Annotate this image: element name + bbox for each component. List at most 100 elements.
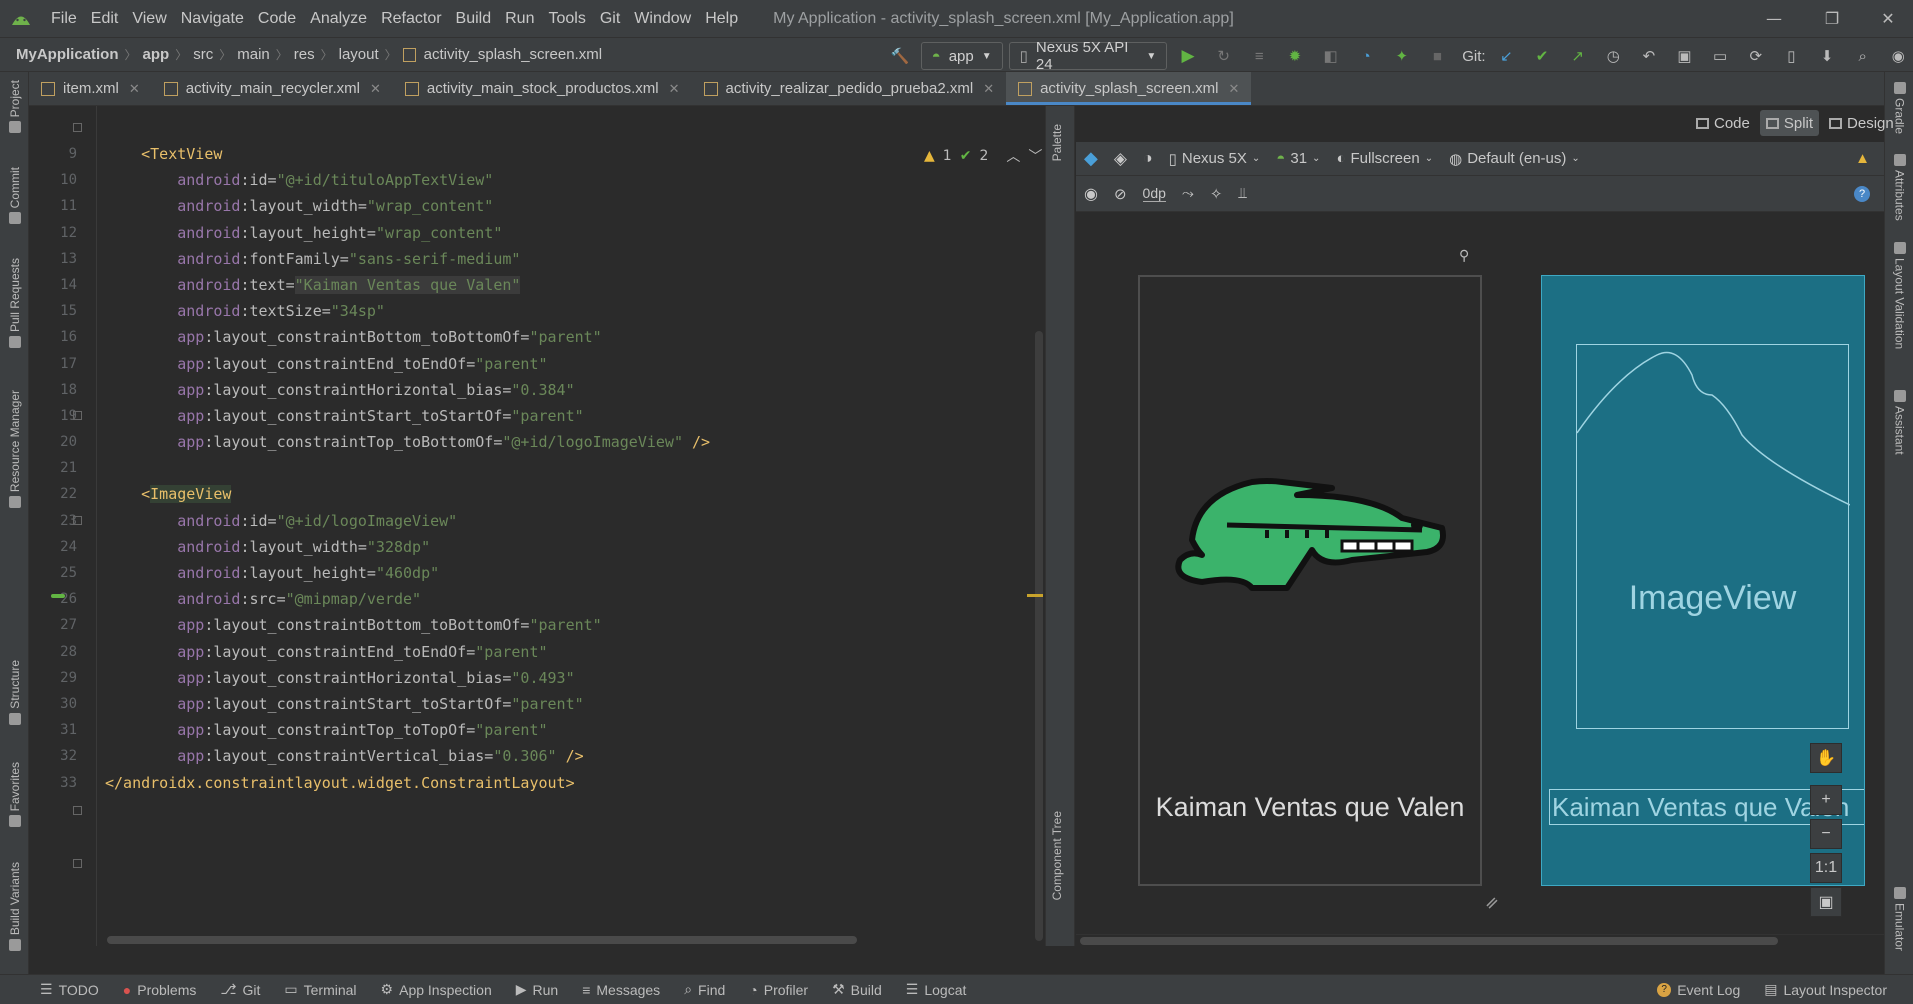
menu-analyze[interactable]: Analyze <box>303 10 374 28</box>
breadcrumb-main[interactable]: main <box>233 46 274 63</box>
code-lines[interactable]: <TextView android:id="@+id/tituloAppText… <box>105 141 710 796</box>
fold-marker[interactable] <box>73 123 82 132</box>
tool-tab-layout-validation[interactable]: Layout Validation <box>1887 242 1912 349</box>
run-config-selector[interactable]: ◓ app ▼ <box>920 42 1003 70</box>
tool-tab-project[interactable]: Project <box>2 80 27 134</box>
next-highlight-icon[interactable]: ﹀ <box>1028 146 1042 166</box>
menu-edit[interactable]: Edit <box>84 10 126 28</box>
tool-tab-assistant[interactable]: Assistant <box>1887 390 1912 455</box>
code-line[interactable]: app:layout_constraintEnd_toEndOf="parent… <box>105 351 710 377</box>
bottom-tab-profiler[interactable]: ◔ Profiler <box>737 981 820 998</box>
code-line[interactable]: android:layout_height="460dp" <box>105 560 710 586</box>
git-push-icon[interactable]: ↗ <box>1563 41 1593 71</box>
code-line[interactable]: app:layout_constraintBottom_toBottomOf="… <box>105 324 710 350</box>
preview-title-text[interactable]: Kaiman Ventas que Valen <box>1140 792 1480 823</box>
event-log-tab[interactable]: ? Event Log <box>1645 981 1752 998</box>
previous-highlight-icon[interactable]: ︿ <box>1006 146 1020 166</box>
tool-tab-build-variants[interactable]: Build Variants <box>2 862 27 952</box>
avd-manager-icon[interactable]: ▭ <box>1705 41 1735 71</box>
menu-help[interactable]: Help <box>698 10 745 28</box>
bottom-tab-terminal[interactable]: ▭ Terminal <box>272 981 368 998</box>
tool-tab-commit[interactable]: Commit <box>2 167 27 225</box>
device-selector[interactable]: ▯ Nexus 5X API 24 ▼ <box>1008 39 1168 73</box>
code-line[interactable]: android:id="@+id/tituloAppTextView" <box>105 167 710 193</box>
code-line[interactable]: android:layout_height="wrap_content" <box>105 220 710 246</box>
editor-tab[interactable]: activity_realizar_pedido_prueba2.xml ✕ <box>692 72 1007 105</box>
fold-marker[interactable] <box>73 859 82 868</box>
git-update-icon[interactable]: ↙ <box>1492 41 1522 71</box>
infer-constraints-button[interactable]: ✧ <box>1202 185 1231 203</box>
code-line[interactable]: android:fontFamily="sans-serif-medium" <box>105 246 710 272</box>
editor-tab[interactable]: item.xml ✕ <box>29 72 152 105</box>
zoom-out-button[interactable]: − <box>1810 819 1842 849</box>
bottom-tab-git[interactable]: ⎇ Git <box>208 981 272 998</box>
git-rollback-icon[interactable]: ↶ <box>1634 41 1664 71</box>
design-preview-screen[interactable]: Kaiman Ventas que Valen <box>1138 275 1482 886</box>
restore-button[interactable]: ❐ <box>1807 0 1857 37</box>
breadcrumb-src[interactable]: src <box>189 46 217 63</box>
menu-tools[interactable]: Tools <box>541 10 592 28</box>
bottom-tab-find[interactable]: ⌕ Find <box>672 981 737 998</box>
attach-debugger-icon[interactable]: ✦ <box>1387 41 1417 71</box>
sync-gradle-icon[interactable]: ⟳ <box>1741 41 1771 71</box>
close-tab-icon[interactable]: ✕ <box>129 81 140 97</box>
scrollbar-thumb[interactable] <box>1080 937 1778 945</box>
breadcrumb-module[interactable]: app <box>139 46 174 63</box>
fold-marker[interactable] <box>73 516 82 525</box>
device-manager-icon[interactable]: ▯ <box>1777 41 1807 71</box>
code-line[interactable]: app:layout_constraintTop_toBottomOf="@+i… <box>105 429 710 455</box>
bottom-tab-build[interactable]: ⚒ Build <box>820 981 894 998</box>
theme-dropdown[interactable]: ◐ Fullscreen ⌄ <box>1328 150 1441 167</box>
close-window-button[interactable]: ✕ <box>1863 0 1913 37</box>
code-line[interactable]: <TextView <box>105 141 710 167</box>
menu-navigate[interactable]: Navigate <box>174 10 251 28</box>
editor-tab[interactable]: activity_splash_screen.xml ✕ <box>1006 72 1252 105</box>
code-line[interactable]: <ImageView <box>105 481 710 507</box>
code-line[interactable]: android:id="@+id/logoImageView" <box>105 508 710 534</box>
split-mode-button[interactable]: Split <box>1759 110 1820 136</box>
layout-inspector-tab[interactable]: ▤ Layout Inspector <box>1752 981 1899 998</box>
menu-file[interactable]: File <box>44 10 84 28</box>
help-icon[interactable]: ? <box>1854 185 1870 202</box>
night-mode-button[interactable]: ◑ <box>1135 150 1161 168</box>
api-level-dropdown[interactable]: ◓ 31 ⌄ <box>1268 150 1328 167</box>
profile-icon[interactable]: ◔ <box>1351 41 1381 71</box>
device-dropdown[interactable]: ▯ Nexus 5X ⌄ <box>1161 150 1269 168</box>
locale-dropdown[interactable]: ◍ Default (en-us) ⌄ <box>1441 150 1588 168</box>
tool-tab-favorites[interactable]: Favorites <box>2 762 27 828</box>
git-history-icon[interactable]: ◷ <box>1598 41 1628 71</box>
breadcrumb-res[interactable]: res <box>290 46 319 63</box>
menu-code[interactable]: Code <box>251 10 303 28</box>
code-line[interactable]: android:src="@mipmap/verde" <box>105 586 710 612</box>
menu-refactor[interactable]: Refactor <box>374 10 448 28</box>
pin-icon[interactable]: ⚲ <box>1459 248 1469 264</box>
code-line[interactable]: app:layout_constraintStart_toStartOf="pa… <box>105 403 710 429</box>
close-tab-icon[interactable]: ✕ <box>983 81 994 97</box>
code-line[interactable]: app:layout_constraintEnd_toEndOf="parent… <box>105 639 710 665</box>
close-tab-icon[interactable]: ✕ <box>370 81 381 97</box>
bottom-tab-logcat[interactable]: ☰ Logcat <box>894 981 979 998</box>
search-icon[interactable]: ⌕ <box>1848 41 1878 71</box>
project-structure-icon[interactable]: ▣ <box>1670 41 1700 71</box>
autoconnect-button[interactable]: ⊘ <box>1106 185 1135 203</box>
zoom-actual-size-button[interactable]: 1:1 <box>1810 853 1842 883</box>
code-line[interactable]: android:layout_width="328dp" <box>105 534 710 560</box>
tool-tab-structure[interactable]: Structure <box>2 660 27 725</box>
tool-tab-resource-manager[interactable]: Resource Manager <box>2 390 27 509</box>
run-icon[interactable]: ▶ <box>1173 41 1203 71</box>
account-icon[interactable]: ◉ <box>1883 41 1913 71</box>
bottom-tab-todo[interactable]: ☰ TODO <box>28 981 111 998</box>
menu-view[interactable]: View <box>125 10 173 28</box>
apply-changes-icon[interactable]: ↻ <box>1209 41 1239 71</box>
editor-vertical-scrollbar[interactable] <box>1035 331 1043 941</box>
component-tree-tab[interactable]: Component Tree <box>1050 811 1064 900</box>
code-line[interactable]: android:layout_width="wrap_content" <box>105 193 710 219</box>
code-line[interactable]: app:layout_constraintHorizontal_bias="0.… <box>105 377 710 403</box>
fold-marker[interactable] <box>73 806 82 815</box>
orientation-button[interactable]: ◈ <box>1106 149 1135 169</box>
default-margin-button[interactable]: 0dp <box>1135 185 1174 202</box>
bottom-tab-messages[interactable]: ≡ Messages <box>570 981 672 998</box>
bottom-tab-run[interactable]: ▶ Run <box>504 981 570 998</box>
code-editor[interactable]: 9 10 11 12 13 14 15 16 17 18 19 20 21 22 23 24 25 26 27 28 2… <box>29 106 1045 946</box>
debug-icon[interactable]: ✹ <box>1280 41 1310 71</box>
